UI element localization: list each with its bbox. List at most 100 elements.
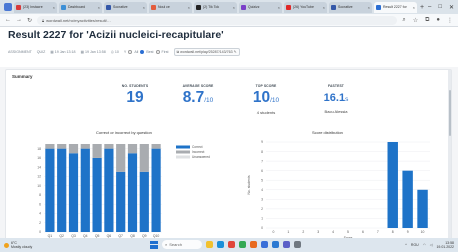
tab-close-icon[interactable]: × — [278, 5, 280, 10]
volume-icon[interactable]: ◁ — [430, 243, 433, 247]
bar-correct — [116, 171, 126, 232]
y-tick-label: 14 — [37, 165, 41, 169]
filter-best-label[interactable]: Best — [146, 50, 153, 54]
browser-tab[interactable]: Result 2227 for × — [374, 1, 417, 13]
mail-icon[interactable] — [272, 241, 279, 248]
summary-card: Summary NO. STUDENTS 19 AVERAGE SCORE 8.… — [5, 69, 452, 238]
start-time-text: 19 Jan 13:18 — [54, 50, 76, 54]
stat-average-number: 8.7 — [182, 89, 205, 106]
filter-first-label[interactable]: First — [162, 50, 169, 54]
url-field[interactable]: 🔒︎ wordwall.net/ro/myactivities/result/… — [37, 15, 398, 25]
browser-tab[interactable]: Dashboard × — [59, 1, 102, 13]
filter-all-radio[interactable] — [128, 50, 133, 54]
close-window-icon[interactable]: ✕ — [449, 4, 454, 11]
taskbar-clock[interactable]: 13:58 19.01.2022 — [436, 241, 454, 249]
stat-average-value: 8.7/10 — [170, 90, 226, 109]
profile-icon[interactable]: ● — [436, 17, 440, 24]
tab-label: Result 2227 for — [383, 5, 407, 9]
share-link-button[interactable]: ⧉ wordwall.net/play/25287/143/763 ✎ — [173, 48, 240, 56]
legend-label: Correct — [192, 145, 203, 149]
tray-lang[interactable]: ROU — [411, 243, 419, 247]
tab-close-icon[interactable]: × — [233, 5, 235, 10]
extensions-icon[interactable]: ⧉ — [425, 17, 429, 24]
taskbar-search[interactable]: ⌕ Search — [162, 240, 202, 249]
tab-favicon-icon — [331, 4, 336, 10]
y-tick-label: 2 — [261, 207, 263, 211]
maximize-icon[interactable]: □ — [438, 4, 442, 11]
stat-students: NO. STUDENTS 19 — [107, 84, 163, 110]
search-icon: ⌕ — [165, 242, 168, 247]
assignment-type: ASSIGNMENT — [8, 50, 32, 54]
tab-label: Dashboard — [68, 5, 86, 9]
start-windows-icon[interactable] — [150, 240, 158, 249]
weather-widget[interactable]: 6°C Mostly cloudy — [4, 241, 32, 249]
tab-close-icon[interactable]: × — [323, 5, 325, 10]
tab-actions-icon[interactable] — [4, 3, 12, 11]
y-tick-label: 8 — [261, 150, 263, 154]
page-scrollbar[interactable] — [448, 70, 451, 238]
browser-tab[interactable]: (2) Tik Tok × — [194, 1, 237, 13]
tab-close-icon[interactable]: × — [413, 5, 415, 10]
page-scrollbar-thumb[interactable] — [448, 90, 451, 136]
chrome-2-icon[interactable] — [239, 241, 246, 248]
browser-tab[interactable]: Socrative × — [329, 1, 372, 13]
stat-top-score-number: 10 — [252, 89, 271, 106]
y-tick-label: 18 — [37, 147, 41, 151]
result-meta: ASSIGNMENT QUIZ ▦ 19 Jan 13:18 ▦ 19 Jan … — [8, 48, 240, 56]
wifi-icon[interactable]: ◠ — [423, 243, 426, 247]
browser-tab[interactable]: Quizizz × — [239, 1, 282, 13]
browser-tab[interactable]: Noul ce × — [149, 1, 192, 13]
menu-icon[interactable]: ⋮ — [447, 17, 453, 24]
tab-favicon-icon — [61, 4, 66, 10]
edge-icon[interactable] — [217, 241, 224, 248]
share-link-text: wordwall.net/play/25287/143/763 — [180, 50, 233, 54]
x-tick-label: 2 — [302, 230, 304, 234]
filter-best-radio[interactable] — [140, 50, 145, 54]
stat-top-score-label: TOP SCORE — [255, 84, 277, 88]
chart-distribution-title: Score distribution — [312, 130, 343, 135]
new-tab-icon[interactable]: + — [420, 4, 424, 11]
x-tick-label: 6 — [362, 230, 364, 234]
bar-incorrect — [139, 144, 149, 172]
browser-tab[interactable]: (26) YouTube × — [284, 1, 327, 13]
back-icon[interactable]: ← — [5, 17, 11, 23]
y-tick-label: 5 — [261, 178, 263, 182]
filter-all-label[interactable]: All — [134, 50, 138, 54]
x-tick-label: 3 — [317, 230, 319, 234]
settings-icon[interactable] — [294, 241, 301, 248]
bar-correct — [151, 148, 161, 232]
y-tick-label: 0 — [39, 230, 41, 234]
bookmark-star-icon[interactable]: ☆ — [413, 17, 418, 24]
x-tick-label: 7 — [377, 230, 379, 234]
legend-swatch — [176, 155, 190, 159]
bar-correct — [127, 153, 138, 232]
bar — [417, 189, 428, 228]
file-explorer-icon[interactable] — [206, 241, 213, 248]
page-title: Result 2227 for 'Acizii nucleici-recapit… — [8, 29, 224, 41]
y-tick-label: 7 — [261, 159, 263, 163]
tab-close-icon[interactable]: × — [143, 5, 145, 10]
tab-label: Socrative — [338, 5, 353, 9]
tab-close-icon[interactable]: × — [188, 5, 190, 10]
reload-icon[interactable]: ↻ — [27, 17, 32, 24]
tab-label: (26) YouTube — [293, 5, 314, 9]
tab-close-icon[interactable]: × — [98, 5, 100, 10]
chrome-icon[interactable] — [228, 241, 235, 248]
tray-chevron-icon[interactable]: ^ — [405, 243, 407, 247]
browser-tab[interactable]: Socrative × — [104, 1, 147, 13]
browser-tab[interactable]: (23) Instacre × — [14, 1, 57, 13]
filter-first-radio[interactable] — [155, 50, 160, 54]
tab-close-icon[interactable]: × — [368, 5, 370, 10]
x-tick-label: 5 — [347, 230, 349, 234]
filter-options: Y All Best First — [124, 50, 169, 54]
forward-icon[interactable]: → — [16, 17, 22, 23]
summary-title: Summary — [12, 74, 33, 79]
teams-icon[interactable] — [283, 241, 290, 248]
tab-close-icon[interactable]: × — [53, 5, 55, 10]
bar-incorrect — [92, 144, 102, 158]
minimize-icon[interactable]: – — [428, 4, 431, 11]
clock-date: 19.01.2022 — [436, 245, 454, 249]
firefox-icon[interactable] — [250, 241, 257, 248]
zoom-icon[interactable]: ⌕ — [402, 17, 405, 24]
store-icon[interactable] — [261, 241, 268, 248]
